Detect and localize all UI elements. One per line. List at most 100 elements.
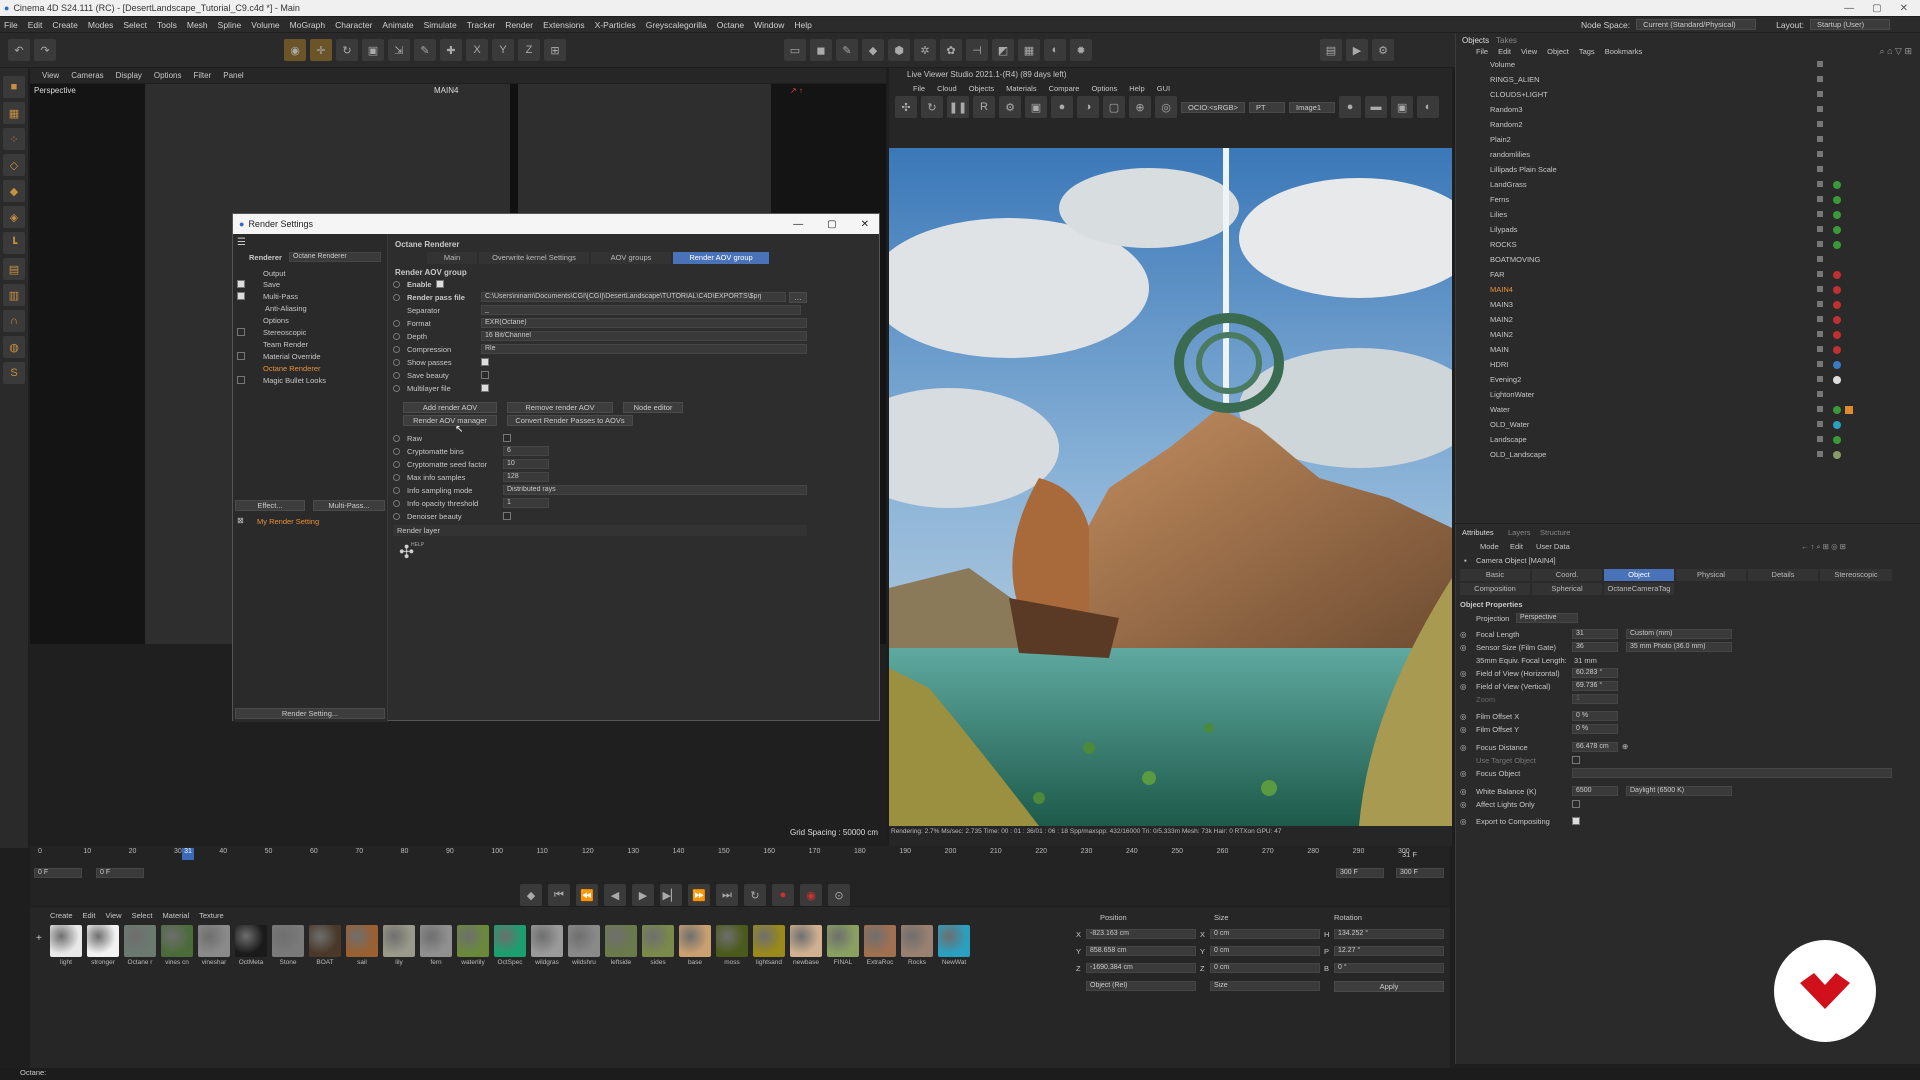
camera-tag-icon[interactable] [1833,331,1841,339]
effect-button[interactable]: Effect... [235,500,305,511]
undo-icon[interactable]: ↶ [8,39,30,61]
denoiser-checkbox[interactable] [503,512,511,520]
save-beauty-checkbox[interactable] [481,371,489,379]
attr-tab-basic[interactable]: Basic [1460,569,1530,581]
render-setting-button[interactable]: Render Setting... [235,708,385,719]
animate-dot-icon[interactable] [393,500,400,507]
animate-dot-icon[interactable] [393,487,400,494]
list-item[interactable]: Ferns [1460,194,1915,206]
focus-object-field[interactable] [1572,768,1892,778]
tab-takes[interactable]: Takes [1496,36,1517,45]
attr-menu-mode[interactable]: Mode [1480,542,1499,551]
spline-pen-icon[interactable]: ✎ [836,39,858,61]
play-icon[interactable]: ▶ [632,884,654,906]
transform-icon[interactable]: ⇲ [388,39,410,61]
size-mode-dropdown[interactable]: Size [1210,981,1320,991]
coordinate-mode-dropdown[interactable]: Object (Rel) [1086,981,1196,991]
tree-antialiasing[interactable]: Anti-Aliasing [265,304,307,313]
menu-mograph[interactable]: MoGraph [290,20,325,30]
preset-name[interactable]: My Render Setting [257,517,319,526]
visibility-icon[interactable] [1817,61,1823,67]
fov-vertical-field[interactable]: 69.736 ° [1572,681,1618,691]
list-item[interactable]: MAIN3 [1460,299,1915,311]
polygons-mode-icon[interactable]: ◆ [3,180,25,202]
deformer-icon[interactable]: ✲ [914,39,936,61]
attr-tab-details[interactable]: Details [1748,569,1818,581]
tree-material-override[interactable]: Material Override [263,352,321,361]
texture-mode-icon[interactable]: ▦ [3,102,25,124]
animate-dot-icon[interactable] [393,461,400,468]
menu-simulate[interactable]: Simulate [424,20,457,30]
keyframe-selection-icon[interactable]: ⊙ [828,884,850,906]
coordinate-system-icon[interactable]: ⊞ [544,39,566,61]
attr-tab-composition[interactable]: Composition [1460,583,1530,595]
visibility-icon[interactable] [1817,241,1823,247]
material-override-checkbox[interactable] [237,352,245,360]
depth-dropdown[interactable]: 16 Bit/Channel [481,331,807,341]
attr-menu-user-data[interactable]: User Data [1536,542,1570,551]
timeline[interactable]: 0 10 20 30 40 50 60 70 80 90 100 110 120 130 140 150 160… [30,846,1450,906]
viewport-menu-filter[interactable]: Filter [193,71,211,80]
material-swatch[interactable] [901,925,933,957]
menu-greyscalegorilla[interactable]: Greyscalegorilla [646,20,707,30]
animate-dot-icon[interactable] [393,346,400,353]
camera-icon[interactable]: ◐ [1044,39,1066,61]
record-icon[interactable]: ● [772,884,794,906]
tree-stereoscopic[interactable]: Stereoscopic [263,328,306,337]
animate-dot-icon[interactable]: ◎ [1460,743,1467,752]
animate-dot-icon[interactable] [393,435,400,442]
attr-tab-coord[interactable]: Coord. [1532,569,1602,581]
obj-menu-tags[interactable]: Tags [1579,47,1595,56]
lv-menu-compare[interactable]: Compare [1049,84,1080,93]
menu-file[interactable]: File [4,20,18,30]
material-tag-icon[interactable] [1833,421,1841,429]
obj-menu-object[interactable]: Object [1547,47,1569,56]
stereoscopic-checkbox[interactable] [237,328,245,336]
loop-icon[interactable]: ↻ [744,884,766,906]
octane-logo-icon[interactable]: ✣ [895,96,917,118]
renderer-dropdown[interactable]: Octane Renderer [289,252,381,262]
position-z-field[interactable]: -1690.384 cm [1086,963,1196,973]
sensor-preset-dropdown[interactable]: 35 mm Photo (36.0 mm) [1626,642,1732,652]
prev-key-icon[interactable]: ⏪ [576,884,598,906]
settings-icon[interactable]: ⚙ [999,96,1021,118]
obj-menu-view[interactable]: View [1521,47,1537,56]
attr-tab-octane-camera[interactable]: OctaneCameraTag [1604,583,1674,595]
list-item[interactable]: Water [1460,404,1915,416]
goto-end-icon[interactable]: ⏭ [716,884,738,906]
list-item[interactable]: Lillipads Plain Scale [1460,164,1915,176]
lv-menu-materials[interactable]: Materials [1006,84,1036,93]
animate-dot-icon[interactable] [393,385,400,392]
environment-tag-icon[interactable] [1833,361,1841,369]
render-view-icon[interactable]: ▭ [784,39,806,61]
list-item[interactable]: BOATMOVING [1460,254,1915,266]
list-item[interactable]: Lilypads [1460,224,1915,236]
material-swatch[interactable] [235,925,267,957]
visibility-icon[interactable] [1817,271,1823,277]
attr-tab-spherical[interactable]: Spherical [1532,583,1602,595]
multipass-checkbox[interactable] [237,292,245,300]
model-mode-icon[interactable]: ■ [3,76,25,98]
menu-volume[interactable]: Volume [251,20,279,30]
render-region-icon[interactable]: ▤ [1320,39,1342,61]
viewport-menu-view[interactable]: View [42,71,59,80]
material-swatch[interactable] [827,925,859,957]
animate-dot-icon[interactable] [393,474,400,481]
magnet-icon[interactable]: ∩ [3,310,25,332]
menu-xparticles[interactable]: X-Particles [595,20,636,30]
attr-tab-physical[interactable]: Physical [1676,569,1746,581]
film-offset-y-field[interactable]: 0 % [1572,724,1618,734]
attr-tab-stereoscopic[interactable]: Stereoscopic [1820,569,1892,581]
material-swatch[interactable] [272,925,304,957]
floor-icon[interactable]: ▦ [1018,39,1040,61]
visibility-icon[interactable] [1817,196,1823,202]
light-icon[interactable]: ✹ [1070,39,1092,61]
material-tag-icon[interactable] [1845,406,1853,414]
rotation-p-field[interactable]: 12.27 ° [1334,946,1444,956]
animate-dot-icon[interactable]: ◎ [1460,643,1467,652]
material-swatch[interactable] [383,925,415,957]
image-dropdown[interactable]: Image1 [1289,101,1336,113]
move-icon[interactable]: ✛ [310,39,332,61]
visibility-icon[interactable] [1817,286,1823,292]
material-tag-icon[interactable] [1833,406,1841,414]
